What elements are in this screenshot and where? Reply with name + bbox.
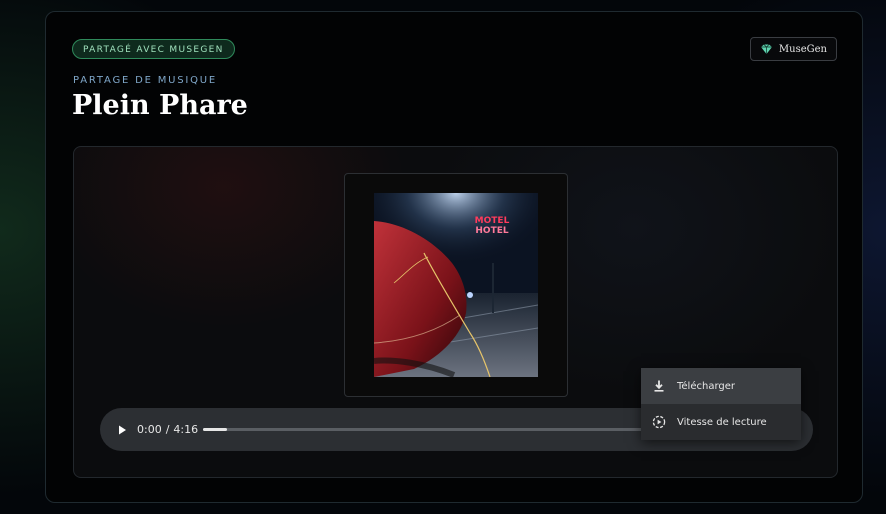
- neon-sign-line1: MOTEL: [475, 216, 510, 226]
- shared-badge: PARTAGÉ AVEC MUSEGEN: [72, 39, 235, 59]
- playback-speed-icon: [652, 415, 666, 429]
- album-artwork: MOTEL HOTEL: [374, 193, 538, 377]
- menu-item-label: Vitesse de lecture: [677, 416, 767, 428]
- brand-button[interactable]: MuseGen: [749, 37, 837, 61]
- overflow-menu: Télécharger Vitesse de lecture: [641, 368, 801, 440]
- seek-bar[interactable]: [203, 428, 673, 431]
- time-separator: /: [165, 423, 170, 436]
- current-time: 0:00: [137, 423, 162, 436]
- play-button[interactable]: [114, 422, 130, 438]
- menu-item-label: Télécharger: [677, 380, 736, 392]
- neon-sign-line2: HOTEL: [475, 226, 508, 236]
- time-display: 0:00/4:16: [137, 422, 198, 438]
- brand-label: MuseGen: [778, 43, 827, 55]
- track-title: Plein Phare: [72, 90, 248, 121]
- artwork-frame: MOTEL HOTEL: [344, 173, 568, 397]
- menu-item-playback-speed[interactable]: Vitesse de lecture: [641, 404, 801, 440]
- seek-bar-fill: [203, 428, 227, 431]
- play-icon: [119, 425, 126, 435]
- menu-item-download[interactable]: Télécharger: [641, 368, 801, 404]
- musegen-logo-icon: [760, 43, 772, 54]
- download-icon: [654, 380, 664, 392]
- section-eyebrow: PARTAGE DE MUSIQUE: [73, 75, 218, 86]
- duration: 4:16: [173, 423, 199, 436]
